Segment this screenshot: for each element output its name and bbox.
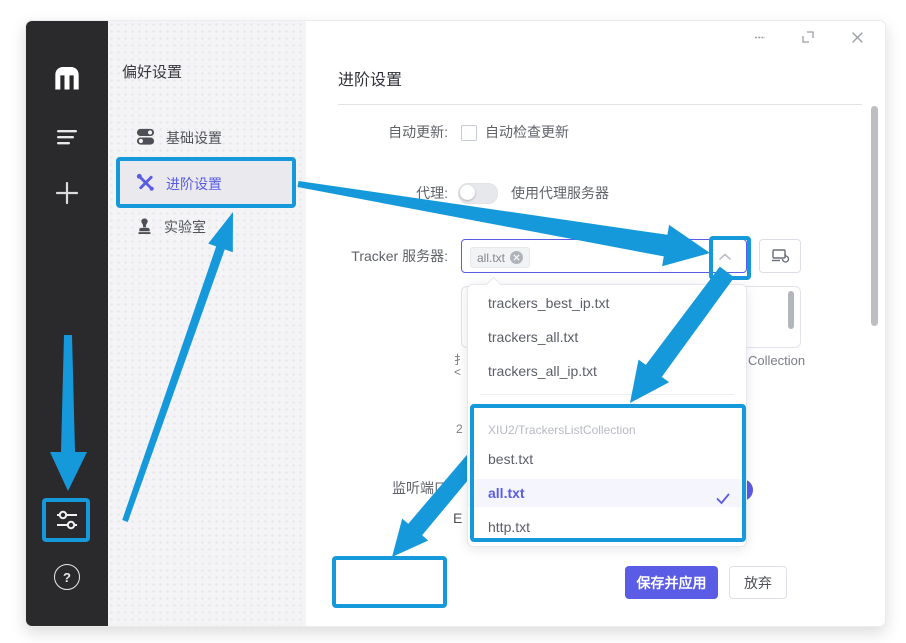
description-fragment-left-2: < — [454, 365, 461, 379]
nav-item-advanced-settings[interactable]: 进阶设置 — [118, 161, 294, 206]
letter-fragment: E — [453, 510, 462, 526]
add-task-icon[interactable] — [26, 179, 108, 207]
dropdown-divider — [480, 394, 734, 395]
dropdown-item[interactable]: trackers_best_ip.txt — [468, 286, 746, 320]
tracker-source-select[interactable]: all.txt — [461, 239, 747, 273]
toggles-icon — [136, 127, 155, 149]
motrix-logo-icon — [26, 61, 108, 93]
auto-update-checkbox-label[interactable]: 自动检查更新 — [485, 122, 569, 142]
sync-trackers-button[interactable] — [759, 239, 801, 273]
help-icon[interactable]: ? — [26, 564, 108, 590]
settings-main-area: 进阶设置 自动更新: 自动检查更新 代理: 使用代理服务器 Tracker 服务… — [306, 21, 885, 626]
dropdown-item[interactable]: best.txt — [468, 442, 746, 476]
app-sidebar: ? — [26, 21, 108, 626]
selected-tracker-tag: all.txt — [470, 247, 530, 268]
tag-label: all.txt — [477, 251, 505, 265]
textarea-scrollbar[interactable] — [788, 291, 794, 329]
screenshot-page: ? 偏好设置 基础设置 — [0, 0, 906, 643]
nav-item-label: 基础设置 — [166, 128, 222, 148]
tracker-label: Tracker 服务器: — [326, 246, 448, 266]
nav-title: 偏好设置 — [122, 61, 182, 82]
title-divider — [338, 104, 862, 105]
save-and-apply-button[interactable]: 保存并应用 — [625, 566, 718, 599]
auto-update-label: 自动更新: — [326, 122, 448, 142]
auto-update-checkbox[interactable] — [461, 125, 477, 141]
dropdown-item[interactable]: trackers_all.txt — [468, 320, 746, 354]
dropdown-item[interactable]: http.txt — [468, 510, 746, 544]
discard-button[interactable]: 放弃 — [729, 566, 787, 599]
tag-remove-icon[interactable] — [510, 251, 523, 264]
stamp-icon — [136, 217, 153, 238]
nav-item-label: 实验室 — [164, 217, 206, 237]
switch-knob — [460, 185, 475, 200]
tools-icon — [136, 173, 155, 195]
dropdown-item[interactable]: trackers_all_ip.txt — [468, 354, 746, 388]
dropdown-group-label: XIU2/TrackersListCollection — [488, 419, 636, 441]
task-list-icon[interactable] — [26, 126, 108, 148]
interval-fragment: 2 — [456, 422, 463, 436]
minimize-button[interactable] — [752, 29, 768, 45]
app-window: ? 偏好设置 基础设置 — [25, 20, 886, 627]
proxy-switch[interactable] — [458, 183, 498, 204]
maximize-button[interactable] — [800, 29, 816, 45]
description-fragment-right: Collection — [748, 353, 805, 368]
help-glyph: ? — [63, 570, 71, 585]
nav-item-basic-settings[interactable]: 基础设置 — [118, 118, 294, 158]
tracker-source-dropdown: trackers_best_ip.txt trackers_all.txt tr… — [467, 284, 747, 547]
dropdown-item-label: all.txt — [488, 485, 525, 501]
preferences-nav-panel: 偏好设置 基础设置 — [108, 21, 306, 626]
proxy-switch-label: 使用代理服务器 — [511, 183, 609, 203]
nav-item-lab[interactable]: 实验室 — [118, 207, 294, 247]
main-scrollbar[interactable] — [871, 106, 878, 326]
proxy-label: 代理: — [326, 183, 448, 203]
listen-port-label: 监听端口 — [326, 478, 448, 498]
dropdown-item-selected[interactable]: all.txt — [468, 479, 746, 507]
preferences-icon[interactable] — [26, 506, 108, 534]
nav-item-label: 进阶设置 — [166, 174, 222, 194]
page-title: 进阶设置 — [338, 66, 402, 90]
chevron-up-icon[interactable] — [718, 250, 732, 268]
close-button[interactable] — [849, 29, 865, 45]
